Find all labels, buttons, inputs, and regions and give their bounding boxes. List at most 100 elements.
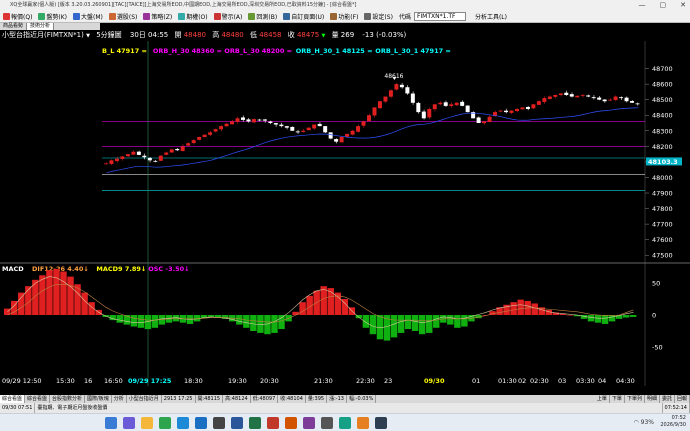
- osc-bar[interactable]: [608, 315, 616, 322]
- osc-bar[interactable]: [461, 315, 468, 327]
- candle[interactable]: [290, 126, 295, 131]
- osc-bar[interactable]: [130, 315, 138, 327]
- edge-icon[interactable]: [177, 417, 189, 429]
- candle[interactable]: [558, 93, 563, 96]
- candle[interactable]: [361, 121, 366, 126]
- analysis-tools-menu[interactable]: 分析工具(L): [472, 12, 510, 21]
- tab-technical-analysis[interactable]: 技術分析: [27, 23, 55, 30]
- candle[interactable]: [619, 97, 624, 99]
- menu-item-9[interactable]: 功能(F): [327, 12, 361, 21]
- candle[interactable]: [224, 123, 229, 127]
- candle[interactable]: [109, 160, 114, 164]
- osc-bar[interactable]: [236, 315, 243, 325]
- symbol-dropdown-icon[interactable]: ▼: [86, 33, 90, 39]
- osc-bar[interactable]: [81, 292, 88, 315]
- menu-item-8[interactable]: 自訂頁面(U): [280, 12, 327, 21]
- candle[interactable]: [427, 109, 432, 118]
- candle[interactable]: [147, 157, 152, 161]
- candle[interactable]: [284, 126, 289, 128]
- osc-bar[interactable]: [60, 271, 67, 315]
- candle[interactable]: [383, 96, 388, 102]
- osc-bar[interactable]: [313, 290, 320, 315]
- xq-icon[interactable]: [267, 417, 279, 429]
- order-button-3[interactable]: 明細: [645, 395, 660, 403]
- osc-bar[interactable]: [116, 315, 123, 323]
- symbol-code-input[interactable]: FIMTXN*1.TF: [413, 11, 466, 21]
- candle[interactable]: [131, 151, 136, 155]
- search-icon[interactable]: [105, 417, 117, 429]
- menu-item-5[interactable]: 期權(O): [175, 12, 210, 21]
- candle[interactable]: [536, 101, 541, 105]
- osc-bar[interactable]: [264, 315, 271, 335]
- candle[interactable]: [432, 104, 437, 110]
- candle[interactable]: [421, 111, 426, 119]
- tray-icons[interactable]: ◠ 93%: [633, 419, 654, 426]
- clock[interactable]: 07:52 2026/9/30: [660, 415, 686, 429]
- wifi-icon[interactable]: ◠: [633, 419, 638, 426]
- candle[interactable]: [394, 84, 399, 90]
- candle[interactable]: [202, 134, 207, 138]
- bottom-tab-1[interactable]: 綜合看盤: [25, 395, 51, 403]
- candle[interactable]: [504, 110, 508, 113]
- menu-item-0[interactable]: 報價(Q): [0, 12, 35, 21]
- battery-value[interactable]: 93%: [641, 419, 654, 426]
- order-button-0[interactable]: 上單: [595, 395, 610, 403]
- candle[interactable]: [262, 119, 267, 121]
- candle[interactable]: [197, 137, 202, 140]
- candle[interactable]: [339, 137, 344, 143]
- osc-bar[interactable]: [151, 315, 159, 328]
- chat-icon[interactable]: [123, 417, 135, 429]
- osc-bar[interactable]: [411, 315, 419, 331]
- osc-bar[interactable]: [299, 302, 306, 315]
- candle[interactable]: [367, 115, 371, 122]
- candle[interactable]: [569, 94, 574, 97]
- osc-bar[interactable]: [587, 315, 595, 322]
- osc-bar[interactable]: [433, 315, 440, 328]
- candle[interactable]: [564, 92, 569, 95]
- minimize-button[interactable]: —: [639, 0, 646, 10]
- excel-icon[interactable]: [249, 417, 261, 429]
- candle[interactable]: [328, 132, 333, 139]
- candle[interactable]: [613, 96, 618, 100]
- osc-bar[interactable]: [404, 315, 412, 330]
- candle[interactable]: [164, 152, 169, 155]
- osc-bar[interactable]: [510, 302, 517, 315]
- candle[interactable]: [487, 116, 492, 122]
- candle[interactable]: [279, 124, 284, 127]
- candle[interactable]: [498, 110, 503, 112]
- osc-bar[interactable]: [67, 276, 74, 315]
- candle[interactable]: [586, 95, 591, 97]
- osc-bar[interactable]: [278, 315, 285, 330]
- candle[interactable]: [476, 117, 481, 123]
- candle[interactable]: [191, 140, 196, 144]
- candle[interactable]: [114, 158, 119, 162]
- menu-item-7[interactable]: 回測(B): [245, 12, 280, 21]
- candle[interactable]: [514, 109, 519, 112]
- osc-bar[interactable]: [390, 315, 398, 338]
- candle[interactable]: [257, 119, 262, 121]
- osc-bar[interactable]: [207, 315, 215, 317]
- candle[interactable]: [553, 95, 558, 97]
- osc-bar[interactable]: [292, 311, 299, 315]
- osc-bar[interactable]: [53, 268, 60, 315]
- osc-bar[interactable]: [271, 315, 278, 333]
- candle[interactable]: [142, 155, 147, 158]
- candle[interactable]: [301, 130, 306, 133]
- price-chart[interactable]: 4750047600477004780047900480004810048200…: [0, 41, 690, 386]
- candle[interactable]: [273, 123, 278, 125]
- candle[interactable]: [509, 110, 514, 113]
- osc-bar[interactable]: [257, 315, 264, 333]
- candle[interactable]: [268, 121, 273, 123]
- candle[interactable]: [608, 99, 613, 101]
- candle[interactable]: [575, 95, 580, 98]
- candle[interactable]: [306, 127, 311, 131]
- candle[interactable]: [240, 117, 245, 120]
- candle[interactable]: [356, 126, 361, 132]
- osc-bar[interactable]: [594, 315, 602, 323]
- period-label[interactable]: 5分鐘圖: [96, 31, 121, 39]
- candle[interactable]: [323, 126, 328, 133]
- store-icon[interactable]: [213, 417, 225, 429]
- candle[interactable]: [580, 95, 585, 96]
- close-button[interactable]: ✕: [680, 0, 686, 10]
- osc-bar[interactable]: [243, 315, 250, 328]
